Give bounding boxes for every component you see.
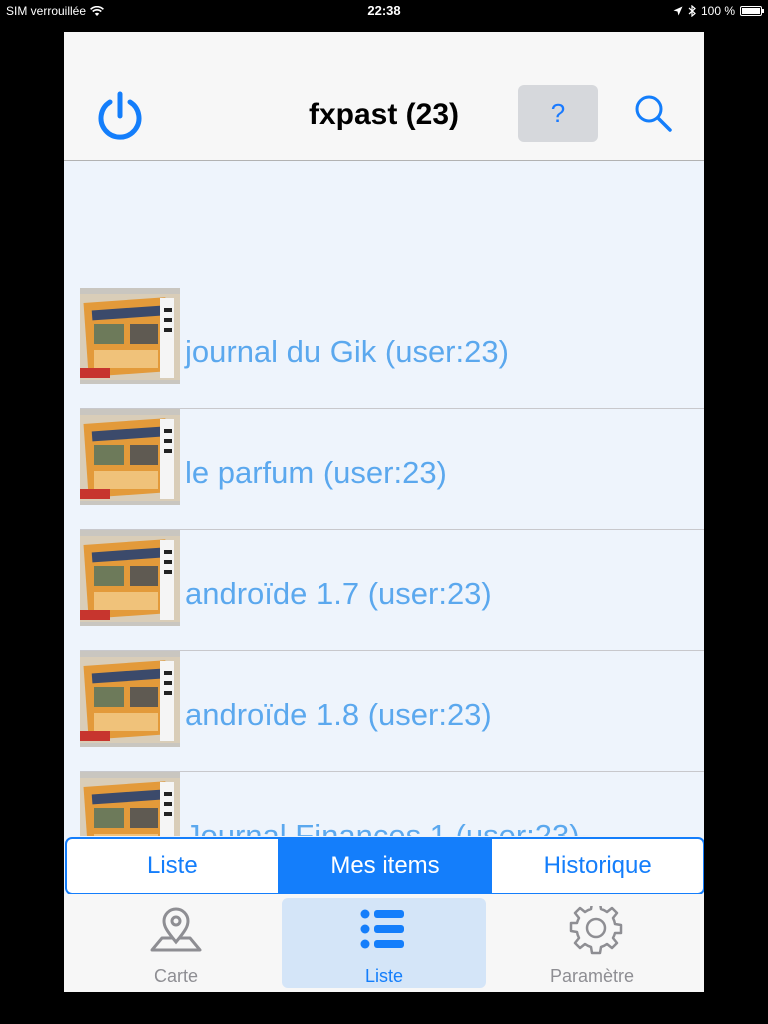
tab-carte[interactable]: Carte [74,898,278,988]
clock: 22:38 [367,3,401,18]
location-arrow-icon [673,6,683,16]
gear-icon [569,906,623,955]
tab-parametre[interactable]: Paramètre [490,898,694,988]
app-window: fxpast (23) ? journal du Gik (user:23) le… [64,32,704,992]
item-thumbnail [80,530,180,626]
list-item[interactable]: androïde 1.7 (user:23) [80,530,704,651]
tab-label-parametre: Paramètre [549,966,635,986]
status-right: 100 % [673,4,764,18]
tab-liste[interactable]: Liste [282,898,486,988]
battery-icon [740,6,764,16]
bluetooth-icon [688,5,696,17]
item-thumbnail [80,651,180,747]
list-item[interactable]: Journal Finances 1 (user:23) [80,772,704,836]
tab-label-liste: Liste [364,966,404,986]
help-button[interactable]: ? [518,85,598,142]
status-bar: SIM verrouillée 22:38 100 % [0,0,768,22]
list-item[interactable]: journal du Gik (user:23) [80,288,704,409]
item-title: journal du Gik (user:23) [185,334,509,369]
segmented-control: Liste Mes items Historique [65,837,704,895]
list-item[interactable]: le parfum (user:23) [80,409,704,530]
list-icon [360,909,404,949]
tab-label-carte: Carte [153,966,198,986]
items-list: journal du Gik (user:23) le parfum (user:… [80,288,704,836]
map-icon [150,907,202,952]
list-item[interactable]: androïde 1.8 (user:23) [80,651,704,772]
segment-mes-items[interactable]: Mes items [277,839,491,893]
segment-liste[interactable]: Liste [67,839,278,893]
power-icon [98,91,142,140]
item-thumbnail [80,772,180,836]
segment-historique[interactable]: Historique [490,839,703,893]
search-button[interactable] [632,92,676,136]
item-title: androïde 1.7 (user:23) [185,576,492,611]
item-thumbnail [80,409,180,505]
item-thumbnail [80,288,180,384]
item-title: Journal Finances 1 (user:23) [185,818,580,836]
navigation-bar: fxpast (23) ? [64,32,704,161]
logout-button[interactable] [94,90,146,142]
tab-bar: Carte Liste Paramètre [64,894,704,992]
item-title: le parfum (user:23) [185,455,447,490]
segmented-control-area: Liste Mes items Historique [64,836,704,895]
battery-percent: 100 % [700,4,735,18]
page-title: fxpast (23) [308,98,460,131]
items-list-view[interactable]: journal du Gik (user:23) le parfum (user:… [64,161,704,836]
search-icon [635,95,672,132]
item-title: androïde 1.8 (user:23) [185,697,492,732]
